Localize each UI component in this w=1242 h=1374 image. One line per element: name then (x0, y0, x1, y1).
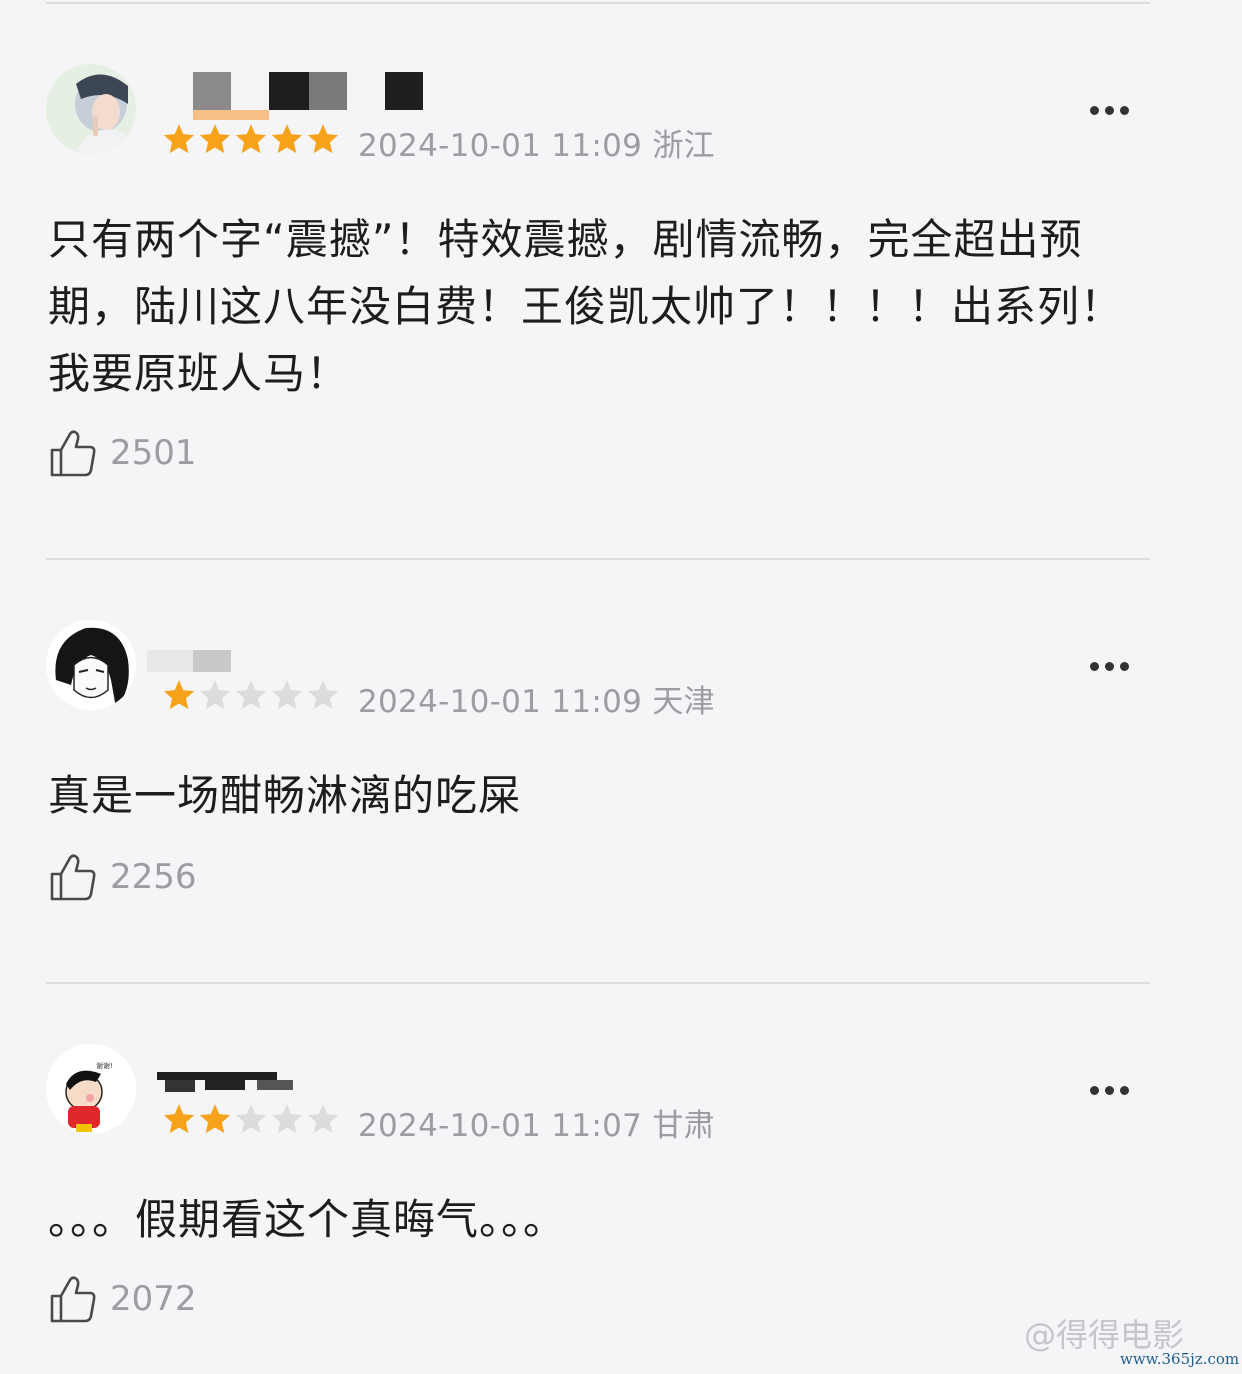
review-content: 。。。假期看这个真晦气。。。 (48, 1195, 567, 1244)
star-icon (235, 124, 267, 154)
review-date: 2024-10-01 11:07 (358, 1108, 643, 1144)
like-button[interactable]: 2072 (48, 1274, 197, 1324)
like-count: 2501 (110, 433, 197, 473)
like-button[interactable]: 2501 (48, 428, 197, 478)
star-icon (235, 1104, 267, 1134)
more-options-icon (1090, 1085, 1099, 1095)
watermark-site: www.365jz.com (1120, 1350, 1240, 1368)
star-icon (307, 1104, 339, 1134)
username-redacted (165, 72, 465, 120)
star-icon (307, 680, 339, 710)
review-date: 2024-10-01 11:09 (358, 128, 643, 164)
divider (46, 982, 1150, 984)
divider-top (46, 2, 1150, 4)
star-icon (235, 680, 267, 710)
star-rating (162, 122, 340, 156)
like-count: 2072 (110, 1279, 197, 1319)
star-rating (162, 678, 340, 712)
star-icon (271, 1104, 303, 1134)
review-location: 浙江 (652, 128, 715, 164)
review-meta: 2024-10-01 11:09 天津 (358, 676, 715, 721)
star-icon (163, 1104, 195, 1134)
user-avatar[interactable] (46, 620, 136, 710)
star-icon (163, 124, 195, 154)
star-icon (199, 1104, 231, 1134)
review-location: 天津 (652, 684, 715, 720)
more-options-button[interactable] (1090, 1080, 1140, 1100)
user-avatar[interactable]: 谢谢! (46, 1044, 136, 1134)
review-date: 2024-10-01 11:09 (358, 684, 643, 720)
svg-text:谢谢!: 谢谢! (96, 1061, 113, 1070)
star-icon (199, 680, 231, 710)
avatar-image: 谢谢! (46, 1044, 136, 1134)
more-options-icon (1090, 661, 1099, 671)
divider (46, 558, 1150, 560)
avatar-image (46, 620, 136, 710)
like-count: 2256 (110, 857, 197, 897)
thumbs-up-icon (50, 1276, 96, 1323)
username-redacted (147, 632, 465, 676)
star-rating (162, 1102, 340, 1136)
thumbs-up-icon (50, 854, 96, 901)
star-icon (307, 124, 339, 154)
star-icon (271, 124, 303, 154)
like-button[interactable]: 2256 (48, 852, 197, 902)
thumbs-up-icon (50, 430, 96, 477)
review-meta: 2024-10-01 11:07 甘肃 (358, 1100, 715, 1145)
review-meta: 2024-10-01 11:09 浙江 (358, 120, 715, 165)
user-avatar[interactable] (46, 64, 136, 154)
star-icon (271, 680, 303, 710)
star-icon (199, 124, 231, 154)
star-icon (163, 680, 195, 710)
more-options-button[interactable] (1090, 100, 1140, 120)
avatar-image (46, 64, 136, 154)
more-options-icon (1090, 105, 1099, 115)
review-content: 只有两个字“震撼”！特效震撼，剧情流畅，完全超出预期，陆川这八年没白费！王俊凯太… (48, 215, 1124, 398)
review-location: 甘肃 (652, 1108, 715, 1144)
review-content: 真是一场酣畅淋漓的吃屎 (48, 771, 522, 820)
more-options-button[interactable] (1090, 656, 1140, 676)
